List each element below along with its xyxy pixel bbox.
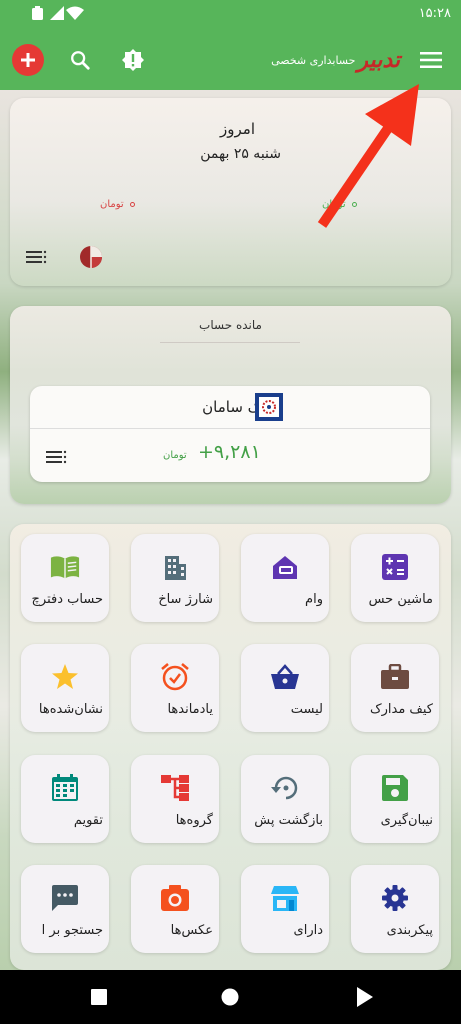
- battery-icon: [32, 6, 43, 20]
- alert-icon: [122, 49, 144, 71]
- store-icon: [270, 883, 300, 913]
- briefcase-icon: [380, 662, 410, 692]
- basket-icon: [270, 662, 300, 692]
- bank-logo-icon: [255, 393, 283, 421]
- tile-label: وام: [305, 592, 323, 607]
- book-icon: [50, 552, 80, 582]
- bank-divider: [30, 428, 430, 429]
- status-bar: ۱۵:۲۸: [0, 0, 461, 30]
- save-icon: [380, 773, 410, 803]
- today-title: امروز: [220, 120, 255, 138]
- building-icon: [160, 552, 190, 582]
- logo-subtitle: حسابداری شخصی: [271, 53, 356, 67]
- tile-label: عکس‌ها: [170, 923, 213, 938]
- tile-label: بازگشت پش: [254, 813, 323, 828]
- tile-label: ماشین حس: [368, 592, 433, 607]
- tile-label: لیست: [290, 702, 323, 717]
- tile-groups[interactable]: گروه‌ها: [131, 755, 219, 843]
- recents-button[interactable]: [86, 984, 112, 1010]
- balance-divider: [160, 342, 300, 343]
- tile-search-feature[interactable]: جستجو بر ا: [21, 865, 109, 953]
- tile-label: پیکربندی: [386, 923, 433, 938]
- home-icon: [221, 988, 239, 1006]
- tile-bookmarks[interactable]: نشان‌شده‌ها: [21, 644, 109, 732]
- tile-settings[interactable]: پیکربندی: [351, 865, 439, 953]
- status-time: ۱۵:۲۸: [418, 6, 451, 21]
- tile-label: کیف مدارک: [369, 702, 433, 717]
- balance-title: مانده حساب: [199, 318, 262, 332]
- today-date: شنبه ۲۵ بهمن: [200, 146, 281, 162]
- tile-label: نشان‌شده‌ها: [38, 702, 103, 717]
- bank-amount: +۹,۲۸۱: [198, 441, 261, 463]
- tile-calendar[interactable]: تقویم: [21, 755, 109, 843]
- today-expense: تومان: [100, 199, 135, 210]
- bank-account-card[interactable]: بانک سامان تومان +۹,۲۸۱: [30, 386, 430, 482]
- back-button[interactable]: [352, 984, 378, 1010]
- alert-button[interactable]: [115, 42, 151, 78]
- star-icon: [50, 662, 80, 692]
- feature-grid: ماشین حس وام شارژ ساخ حساب دفترچ کیف مدا…: [10, 524, 451, 970]
- list-icon: [26, 250, 47, 264]
- camera-icon: [160, 883, 190, 913]
- add-button[interactable]: [10, 42, 46, 78]
- tile-documents[interactable]: کیف مدارک: [351, 644, 439, 732]
- signal-icon: [50, 6, 64, 20]
- alarm-icon: [160, 662, 190, 692]
- app-logo: حسابداری شخصی تدبیر: [230, 46, 400, 74]
- search-button[interactable]: [62, 42, 98, 78]
- tile-list[interactable]: لیست: [241, 644, 329, 732]
- tile-assets[interactable]: دارای: [241, 865, 329, 953]
- tile-label: گروه‌ها: [175, 813, 213, 828]
- bank-list-button[interactable]: [46, 448, 68, 470]
- tile-label: جستجو بر ا: [41, 923, 103, 938]
- tile-photos[interactable]: عکس‌ها: [131, 865, 219, 953]
- tile-loan[interactable]: وام: [241, 534, 329, 622]
- tile-label: تقویم: [73, 813, 103, 828]
- tile-building-charge[interactable]: شارژ ساخ: [131, 534, 219, 622]
- add-icon: [12, 44, 44, 76]
- menu-button[interactable]: [413, 42, 449, 78]
- calculator-icon: [380, 552, 410, 582]
- menu-icon: [420, 52, 442, 68]
- tile-calculator[interactable]: ماشین حس: [351, 534, 439, 622]
- recents-icon: [91, 989, 107, 1005]
- tile-label: نیبان‌گیری: [380, 813, 433, 828]
- tile-backup[interactable]: نیبان‌گیری: [351, 755, 439, 843]
- expense-dot-icon: [129, 202, 135, 207]
- tile-reminders[interactable]: یادماندها: [131, 644, 219, 732]
- pie-chart-button[interactable]: [78, 244, 104, 274]
- search-icon: [71, 51, 90, 70]
- loan-icon: [270, 552, 300, 582]
- chat-icon: [50, 883, 80, 913]
- expense-unit: تومان: [100, 199, 124, 210]
- pointer-arrow: [317, 84, 419, 228]
- tile-label: حساب دفترچ: [31, 592, 103, 607]
- balance-card: مانده حساب بانک سامان تومان +۹,۲۸۱: [10, 306, 451, 504]
- home-button[interactable]: [217, 984, 243, 1010]
- list-icon: [46, 450, 67, 464]
- bank-amount-unit: تومان: [163, 450, 187, 461]
- today-list-button[interactable]: [26, 248, 48, 270]
- gear-icon: [380, 883, 410, 913]
- tile-passbook[interactable]: حساب دفترچ: [21, 534, 109, 622]
- restore-icon: [270, 773, 300, 803]
- groups-icon: [160, 773, 190, 803]
- system-nav-bar: [0, 970, 461, 1024]
- tile-label: دارای: [293, 923, 323, 938]
- tile-label: یادماندها: [167, 702, 213, 717]
- tile-label: شارژ ساخ: [158, 592, 213, 607]
- back-icon: [357, 987, 373, 1007]
- wifi-icon: [66, 6, 84, 20]
- tile-restore[interactable]: بازگشت پش: [241, 755, 329, 843]
- logo-mark: تدبیر: [357, 47, 400, 73]
- pie-chart-icon: [80, 246, 102, 268]
- calendar-icon: [50, 773, 80, 803]
